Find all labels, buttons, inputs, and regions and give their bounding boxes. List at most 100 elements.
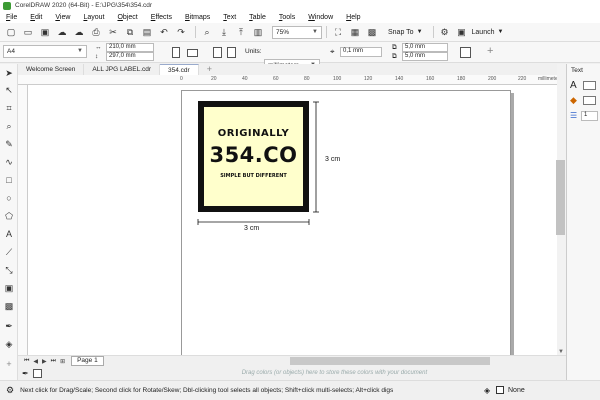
settings-gear-icon[interactable]: ⚙ <box>6 385 14 396</box>
menu-effects[interactable]: Effects <box>151 14 172 21</box>
docker-value-field[interactable]: 1 <box>581 111 598 121</box>
paste-icon[interactable]: ▤ <box>140 26 154 39</box>
open-folder-icon[interactable]: ▭ <box>21 26 35 39</box>
cloud-upload-icon[interactable]: ☁ <box>72 26 86 39</box>
zoom-level-combo[interactable]: 75% ▼ <box>272 25 322 39</box>
copy-icon[interactable]: ⧉ <box>123 26 137 39</box>
menu-window[interactable]: Window <box>308 14 333 21</box>
menu-view[interactable]: View <box>55 14 70 21</box>
ellipse-tool-icon[interactable]: ○ <box>3 192 15 204</box>
fill-color-swatch[interactable] <box>496 386 504 394</box>
tab-all-jpg-label[interactable]: ALL JPG LABEL.cdr <box>84 64 161 75</box>
menu-layout[interactable]: Layout <box>83 14 104 21</box>
horizontal-dimension-label[interactable]: 3 cm <box>244 225 259 232</box>
snap-to-button[interactable]: Snap To ▼ <box>388 29 423 36</box>
ruler-tick: 60 <box>273 76 279 82</box>
vertical-scrollbar-thumb[interactable] <box>556 160 565 235</box>
interactive-fill-icon[interactable]: ◈ <box>3 338 15 350</box>
no-color-swatch[interactable] <box>32 368 42 378</box>
menu-edit[interactable]: Edit <box>30 14 42 21</box>
shape-tool-icon[interactable]: ↖ <box>3 84 15 96</box>
import-icon[interactable]: ⤓ <box>217 26 231 39</box>
page-size-combo[interactable]: A4 ▼ <box>3 45 87 58</box>
text-style-icon[interactable]: A <box>570 80 577 91</box>
page-height-field[interactable]: 297,0 mm <box>106 52 154 61</box>
duplicate-x-field[interactable]: 5,0 mm <box>402 43 448 52</box>
crop-tool-icon[interactable]: ⌗ <box>3 102 15 114</box>
transparency-tool-icon[interactable]: ▩ <box>3 300 15 312</box>
nudge-distance-field[interactable]: 0,1 mm <box>340 47 382 57</box>
rulers-icon[interactable]: ▦ <box>348 26 362 39</box>
tab-354-cdr[interactable]: 354.cdr <box>160 64 199 75</box>
next-page-icon[interactable]: ▶ <box>42 358 47 365</box>
pick-tool-icon[interactable]: ➤ <box>3 67 15 79</box>
ruler-tick: 20 <box>211 76 217 82</box>
drop-shadow-icon[interactable]: ▣ <box>3 282 15 294</box>
menu-object[interactable]: Object <box>117 14 137 21</box>
horizontal-ruler[interactable]: 0 20 40 60 80 100 120 140 160 180 200 22… <box>18 75 566 85</box>
new-document-icon[interactable]: ▢ <box>4 26 18 39</box>
parallel-dimension-icon[interactable]: ⟋ <box>3 246 15 258</box>
add-page-icon[interactable]: + <box>487 45 493 57</box>
toolbar-divider <box>432 26 434 38</box>
options-gear-icon[interactable]: ⚙ <box>438 26 452 39</box>
fill-preview-swatch[interactable] <box>583 96 596 105</box>
export-icon[interactable]: ⤒ <box>234 26 248 39</box>
ruler-tick: 200 <box>488 76 497 82</box>
horizontal-scrollbar-thumb[interactable] <box>290 357 490 365</box>
vertical-ruler[interactable] <box>18 85 28 355</box>
menu-help[interactable]: Help <box>346 14 360 21</box>
page-width-field[interactable]: 210,0 mm <box>106 43 154 52</box>
launch-button[interactable]: Launch ▼ <box>472 29 504 36</box>
cut-icon[interactable]: ✂ <box>106 26 120 39</box>
menu-bitmaps[interactable]: Bitmaps <box>185 14 210 21</box>
current-page-icon[interactable] <box>227 47 236 58</box>
redo-icon[interactable]: ↷ <box>174 26 188 39</box>
cloud-icon[interactable]: ☁ <box>55 26 69 39</box>
add-page-icon[interactable]: ⊞ <box>60 358 65 365</box>
full-screen-icon[interactable]: ⛶ <box>331 26 345 39</box>
standard-toolbar: ▢ ▭ ▣ ☁ ☁ ⎙ ✂ ⧉ ▤ ↶ ↷ ⌕ ⤓ ⤒ ▥ 75% ▼ ⛶ ▦ … <box>0 23 600 42</box>
freehand-tool-icon[interactable]: ✎ <box>3 138 15 150</box>
first-page-icon[interactable]: ⏮ <box>24 358 29 365</box>
connector-tool-icon[interactable]: ⤡ <box>3 264 15 276</box>
grid-icon[interactable]: ▩ <box>365 26 379 39</box>
rectangle-tool-icon[interactable]: □ <box>3 174 15 186</box>
eyedropper-tool-icon[interactable]: ✒ <box>3 320 15 332</box>
page-tab-label: Page 1 <box>77 357 98 364</box>
page-border-icon[interactable] <box>460 47 471 58</box>
artistic-media-icon[interactable]: ∿ <box>3 156 15 168</box>
document-palette[interactable]: ✒ Drag colors (or objects) here to store… <box>18 366 566 380</box>
menu-tools[interactable]: Tools <box>279 14 295 21</box>
duplicate-y-field[interactable]: 5,0 mm <box>402 52 448 61</box>
tab-welcome-screen[interactable]: Welcome Screen <box>18 64 85 75</box>
prev-page-icon[interactable]: ◀ <box>33 358 38 365</box>
add-tool-icon[interactable]: + <box>3 358 15 370</box>
last-page-icon[interactable]: ⏭ <box>51 358 56 365</box>
search-content-icon[interactable]: ⌕ <box>200 26 214 39</box>
menu-file[interactable]: File <box>6 14 17 21</box>
vertical-dimension-label[interactable]: 3 cm <box>325 156 340 163</box>
save-icon[interactable]: ▣ <box>38 26 52 39</box>
pdf-icon[interactable]: ▥ <box>251 26 265 39</box>
page-tab[interactable]: Page 1 <box>71 356 104 366</box>
text-preview-swatch[interactable] <box>583 81 596 90</box>
menu-bar: File Edit View Layout Object Effects Bit… <box>0 11 600 23</box>
dimension-lines[interactable] <box>190 96 330 226</box>
launch-app-icon[interactable]: ▣ <box>455 26 469 39</box>
text-tool-icon[interactable]: A <box>3 228 15 240</box>
all-pages-icon[interactable] <box>213 47 222 58</box>
new-tab-icon[interactable]: + <box>199 64 220 75</box>
fill-style-icon[interactable]: ◆ <box>570 95 577 106</box>
paragraph-icon[interactable]: ☰ <box>570 111 577 120</box>
undo-icon[interactable]: ↶ <box>157 26 171 39</box>
landscape-icon[interactable] <box>187 49 198 57</box>
polygon-tool-icon[interactable]: ⬠ <box>3 210 15 222</box>
fill-icon[interactable]: ◈ <box>484 386 490 395</box>
zoom-tool-icon[interactable]: ⌕ <box>3 120 15 132</box>
print-icon[interactable]: ⎙ <box>89 26 103 39</box>
portrait-icon[interactable] <box>172 47 180 58</box>
menu-text[interactable]: Text <box>223 14 236 21</box>
palette-eyedropper-icon[interactable]: ✒ <box>22 369 29 378</box>
menu-table[interactable]: Table <box>249 14 266 21</box>
